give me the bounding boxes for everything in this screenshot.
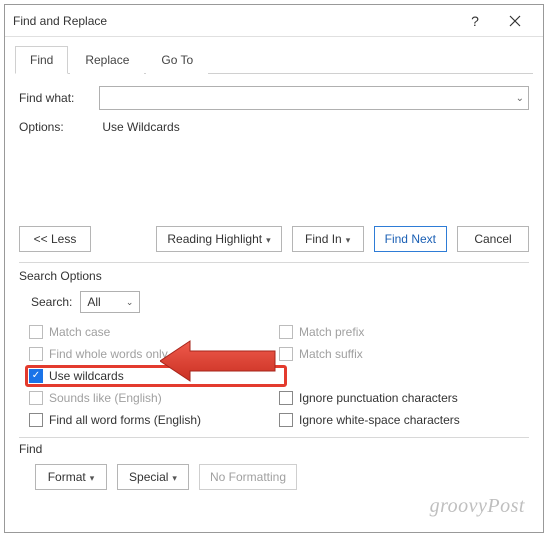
less-button-label: << Less <box>34 232 77 246</box>
tab-replace[interactable]: Replace <box>70 46 144 74</box>
close-icon <box>509 15 521 27</box>
no-formatting-button: No Formatting <box>199 464 297 490</box>
find-replace-dialog: Find and Replace ? Find Replace Go To Fi… <box>4 4 544 533</box>
watermark: groovyPost <box>430 495 525 518</box>
ignore-ws-label: Ignore white-space characters <box>299 413 460 427</box>
checkmark-icon: ✓ <box>29 369 43 383</box>
close-button[interactable] <box>495 7 535 35</box>
ignore-ws-checkbox[interactable]: Ignore white-space characters <box>279 413 529 427</box>
search-direction-label: Search: <box>31 295 72 309</box>
format-label: Format <box>48 470 86 484</box>
search-options-title: Search Options <box>5 269 543 283</box>
find-what-input[interactable]: ⌄ <box>99 86 529 110</box>
use-wildcards-checkbox[interactable]: ✓ Use wildcards <box>29 369 124 383</box>
tab-find[interactable]: Find <box>15 46 68 74</box>
format-button[interactable]: Format ▾ <box>35 464 107 490</box>
ignore-punct-checkbox[interactable]: Ignore punctuation characters <box>279 391 529 405</box>
find-next-button[interactable]: Find Next <box>374 226 447 252</box>
tab-replace-label: Replace <box>85 53 129 67</box>
find-what-label: Find what: <box>19 91 99 105</box>
word-forms-label: Find all word forms (English) <box>49 413 201 427</box>
checkbox-grid: Match case Find whole words only ✓ Use wi… <box>5 325 543 427</box>
dialog-body: Find what: ⌄ Options: Use Wildcards <box>5 74 543 146</box>
tab-goto-label: Go To <box>161 53 193 67</box>
sounds-like-checkbox: Sounds like (English) <box>29 391 279 405</box>
special-button[interactable]: Special ▾ <box>117 464 189 490</box>
match-suffix-checkbox: Match suffix <box>279 347 529 361</box>
reading-highlight-label: Reading Highlight <box>167 232 262 246</box>
options-value: Use Wildcards <box>102 120 179 134</box>
match-case-checkbox: Match case <box>29 325 279 339</box>
find-next-label: Find Next <box>385 232 436 246</box>
match-prefix-checkbox: Match prefix <box>279 325 529 339</box>
help-button[interactable]: ? <box>455 7 495 35</box>
no-formatting-label: No Formatting <box>210 470 286 484</box>
button-bar: << Less Reading Highlight ▾ Find In ▾ Find… <box>5 226 543 252</box>
chevron-down-icon: ▾ <box>172 473 177 483</box>
find-in-label: Find In <box>305 232 342 246</box>
match-case-label: Match case <box>49 325 110 339</box>
special-label: Special <box>129 470 168 484</box>
match-prefix-label: Match prefix <box>299 325 364 339</box>
chevron-down-icon: ▾ <box>90 473 95 483</box>
chevron-down-icon: ▾ <box>266 235 271 245</box>
find-in-button[interactable]: Find In ▾ <box>292 226 364 252</box>
less-button[interactable]: << Less <box>19 226 91 252</box>
tab-goto[interactable]: Go To <box>146 46 208 74</box>
use-wildcards-label: Use wildcards <box>49 369 124 383</box>
find-section-title: Find <box>19 442 529 456</box>
cancel-button[interactable]: Cancel <box>457 226 529 252</box>
search-direction-value: All <box>87 295 100 309</box>
chevron-down-icon: ⌄ <box>126 297 134 308</box>
sounds-like-label: Sounds like (English) <box>49 391 162 405</box>
word-forms-checkbox[interactable]: Find all word forms (English) <box>29 413 279 427</box>
whole-words-label: Find whole words only <box>49 347 168 361</box>
match-suffix-label: Match suffix <box>299 347 363 361</box>
options-label: Options: <box>19 120 99 134</box>
tab-find-label: Find <box>30 53 53 67</box>
reading-highlight-button[interactable]: Reading Highlight ▾ <box>156 226 281 252</box>
titlebar: Find and Replace ? <box>5 5 543 37</box>
chevron-down-icon: ▾ <box>346 235 351 245</box>
tab-bar: Find Replace Go To <box>5 41 543 73</box>
chevron-down-icon: ⌄ <box>516 93 524 104</box>
search-direction-select[interactable]: All ⌄ <box>80 291 140 313</box>
cancel-label: Cancel <box>474 232 511 246</box>
dialog-title: Find and Replace <box>13 14 455 28</box>
ignore-punct-label: Ignore punctuation characters <box>299 391 458 405</box>
find-footer: Find Format ▾ Special ▾ No Formatting <box>5 437 543 490</box>
whole-words-checkbox: Find whole words only <box>29 347 279 361</box>
